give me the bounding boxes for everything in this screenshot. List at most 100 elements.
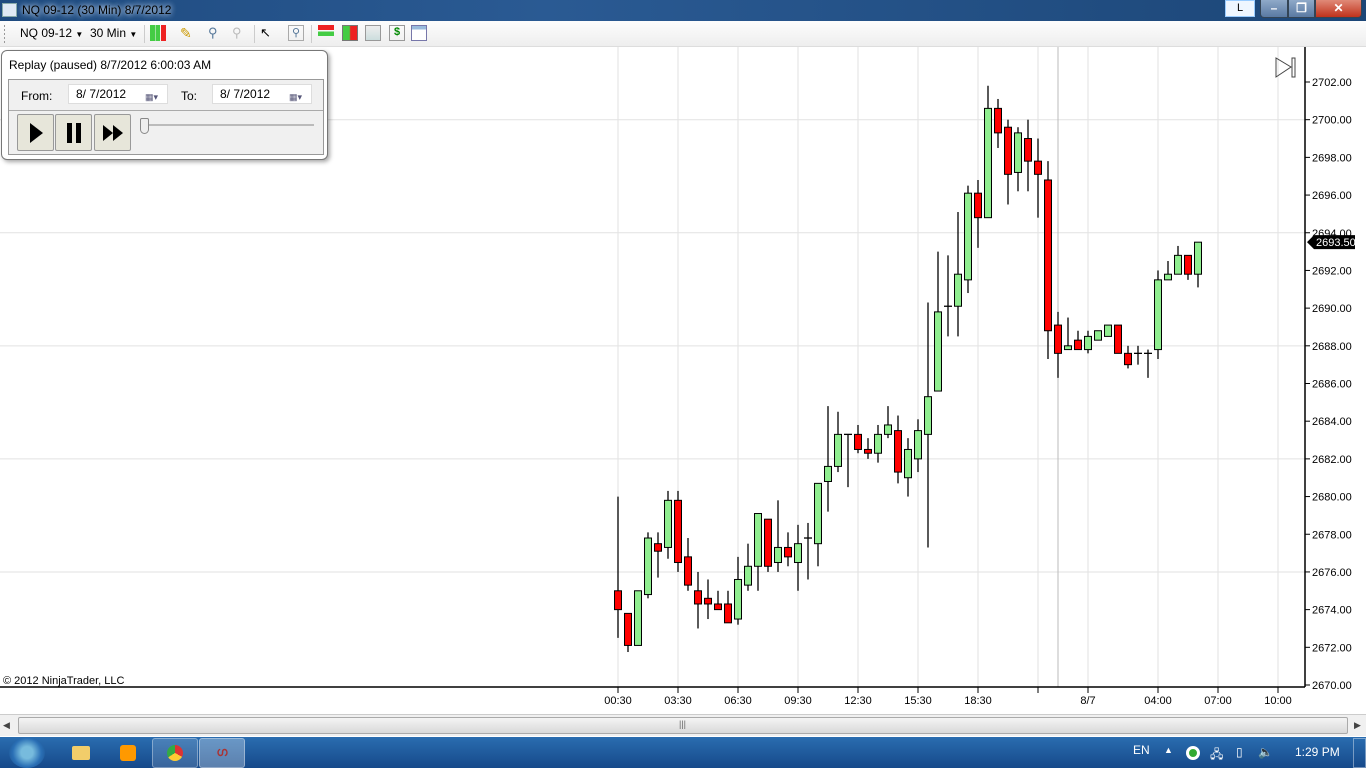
start-button[interactable] [9,737,45,768]
bar-icon [1291,57,1296,78]
candle-down [1114,324,1122,354]
price-tick-label: 2674.00 [1312,605,1352,617]
time-tick-label: 09:30 [784,695,812,707]
to-date-value: 8/ 7/2012 [220,87,271,101]
time-tick-label: 06:30 [724,695,752,707]
status-tray-icon[interactable] [1186,746,1200,760]
time-tick-label: 04:00 [1144,695,1172,707]
candle-up [734,578,742,620]
chevron-down-icon: ▼ [75,30,84,39]
scroll-left-icon[interactable]: ◀ [3,720,10,731]
price-tick-label: 2702.00 [1312,77,1352,89]
candle-up [634,590,642,646]
from-date-value: 8/ 7/2012 [76,87,127,101]
cursor-icon[interactable]: ↖ [260,25,276,41]
properties-icon[interactable] [411,25,427,41]
scroll-right-icon[interactable]: ▶ [1354,720,1361,731]
indicators-icon[interactable] [365,25,381,41]
instrument-selector[interactable]: NQ 09-12 ▼ [20,25,83,43]
volume-icon[interactable]: 🔈 [1258,745,1273,759]
candle-up [924,396,932,435]
show-hidden-icons[interactable]: ▲ [1164,745,1173,755]
scrollbar-thumb[interactable]: ||| [18,717,1348,734]
interval-selector[interactable]: 30 Min ▼ [90,25,137,43]
candle-down [1004,126,1012,175]
scroll-to-end-icon[interactable] [1275,57,1296,78]
ninjatrader-taskbar-button[interactable]: ഗ [199,738,245,768]
candle-down [694,590,702,605]
candle-up [984,107,992,219]
price-tick-label: 2692.00 [1312,265,1352,277]
horizontal-scrollbar[interactable]: ◀ ||| ▶ [0,714,1366,736]
language-indicator[interactable]: EN [1133,743,1150,757]
candle-down [624,612,632,646]
candle-up [964,192,972,281]
drawing-pencil-icon[interactable]: ✎ [180,25,196,41]
chart-style-icon[interactable] [150,25,166,41]
media-player-taskbar-button[interactable] [105,738,151,768]
fast-forward-button[interactable] [94,114,131,151]
candle-up [1174,254,1182,275]
replay-status: Replay (paused) 8/7/2012 6:00:03 AM [9,58,212,72]
pause-button[interactable] [55,114,92,151]
price-tick-label: 2686.00 [1312,379,1352,391]
time-tick-label: 12:30 [844,695,872,707]
candle-up [744,565,752,586]
order-icon[interactable] [318,25,334,41]
replay-slider-thumb[interactable] [140,118,149,134]
folder-icon [72,746,90,760]
minimize-button[interactable]: – [1260,0,1288,18]
candle-down [854,433,862,450]
show-desktop-button[interactable] [1353,738,1366,768]
language-bar-button[interactable]: L [1225,0,1255,17]
candle-up [814,482,822,545]
candle-up [874,433,882,454]
candle-up [934,311,942,392]
candle-down [894,430,902,473]
price-tick-label: 2690.00 [1312,303,1352,315]
candle-down [674,499,682,564]
clock[interactable]: 1:29 PM [1295,745,1340,759]
zoom-out-icon[interactable]: ⚲ [232,25,248,41]
play-button[interactable] [17,114,54,151]
price-tick-label: 2688.00 [1312,341,1352,353]
explorer-taskbar-button[interactable] [58,738,104,768]
network-icon[interactable]: 🖧 [1210,745,1223,766]
to-label: To: [181,89,198,103]
chart-trader-icon[interactable] [342,25,358,41]
price-tick-label: 2696.00 [1312,190,1352,202]
magnifier-icon[interactable]: ⚲ [288,25,304,41]
candle-down [1074,339,1082,351]
strategy-icon[interactable]: $ [389,25,405,41]
candle-up [1104,324,1112,337]
price-tick-label: 2672.00 [1312,642,1352,654]
calendar-icon[interactable]: ▦▾ [145,88,163,102]
candle-down [714,603,722,611]
price-tick-label: 2680.00 [1312,492,1352,504]
chrome-icon [167,745,183,761]
chrome-taskbar-button[interactable] [152,738,198,768]
candle-down [1024,138,1032,162]
calendar-icon[interactable]: ▦▾ [289,88,307,102]
fast-forward-icon [102,124,123,141]
close-button[interactable]: ✕ [1315,0,1362,18]
copyright: © 2012 NinjaTrader, LLC [3,675,125,687]
candle-up [904,448,912,479]
ninjatrader-icon: ഗ [216,745,228,759]
candle-down [1124,352,1132,366]
restore-button[interactable]: ❐ [1288,0,1315,18]
candle-down [994,107,1002,134]
candle-up [1194,241,1202,275]
battery-icon[interactable]: ▯ [1236,745,1243,759]
play-icon [29,122,43,143]
from-date-picker[interactable]: 8/ 7/2012 ▦▾ [68,84,168,104]
toolbar-grip[interactable] [4,25,5,43]
to-date-picker[interactable]: 8/ 7/2012 ▦▾ [212,84,312,104]
candle-down [704,597,712,605]
candle-down [784,546,792,558]
price-tick-label: 2676.00 [1312,567,1352,579]
pause-icon [66,122,81,143]
time-tick-label: 10:00 [1264,695,1292,707]
zoom-in-icon[interactable]: ⚲ [208,25,224,41]
chart-toolbar: NQ 09-12 ▼ 30 Min ▼ ✎ ⚲ ⚲ ↖ ⚲ $ [0,21,1366,47]
